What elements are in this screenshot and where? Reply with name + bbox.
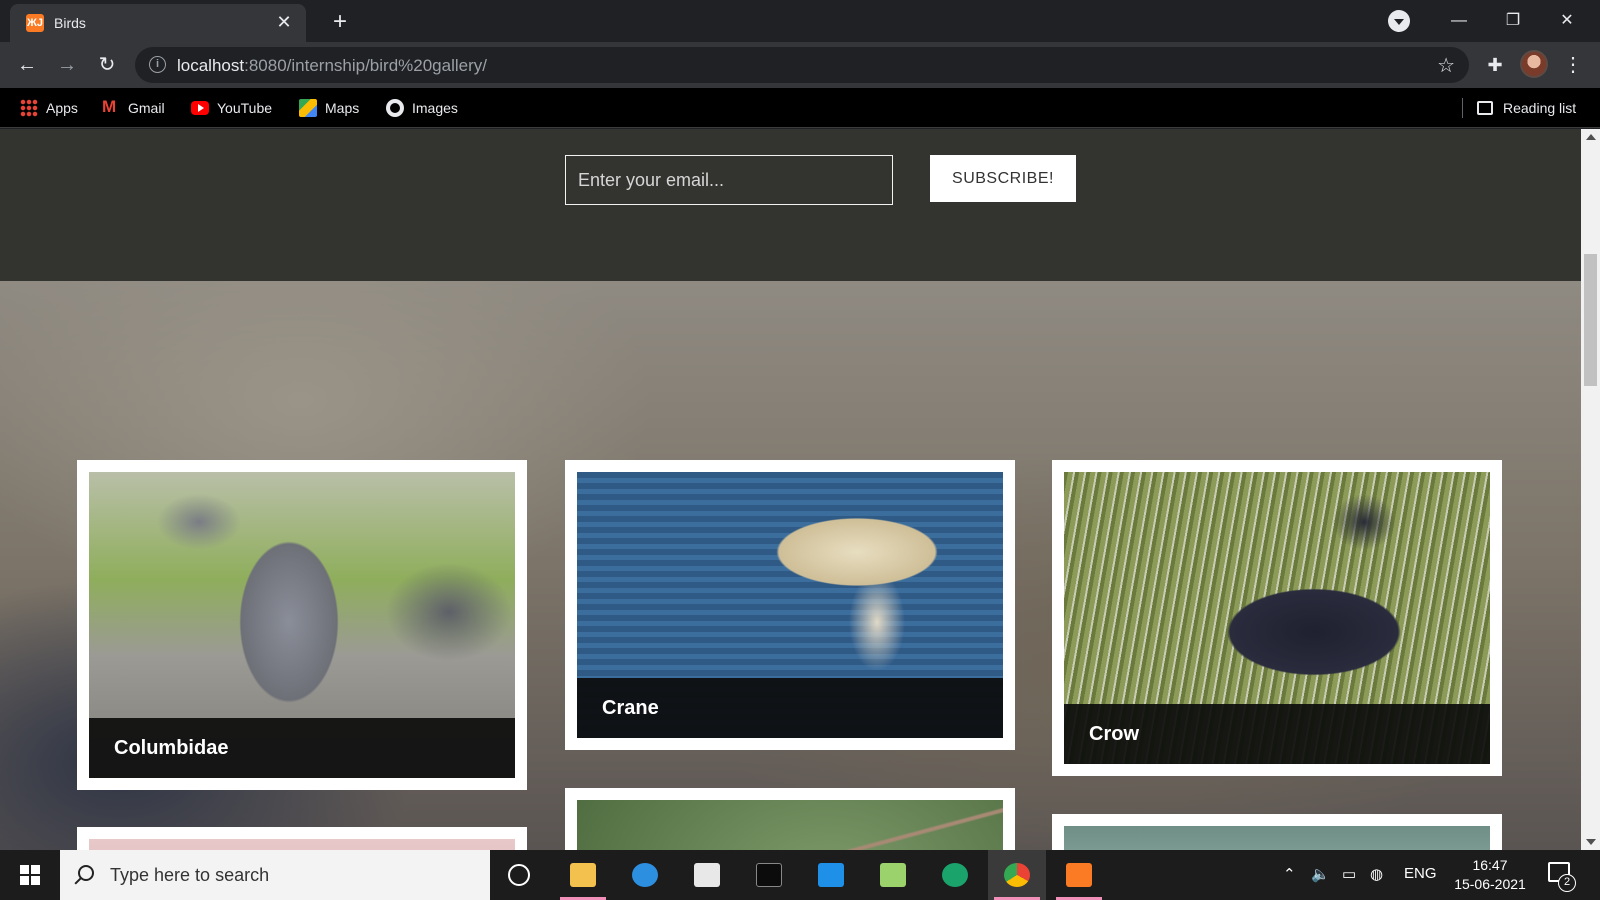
back-arrow-icon[interactable]: ← bbox=[12, 50, 42, 80]
windows-start-icon[interactable] bbox=[8, 850, 58, 900]
url-path: :8080/internship/bird%20gallery/ bbox=[244, 56, 487, 75]
gallery-card-wren[interactable] bbox=[565, 788, 1015, 850]
extensions-puzzle-icon[interactable]: ✚ bbox=[1480, 50, 1510, 80]
tab-title: Birds bbox=[54, 15, 86, 31]
close-tab-icon[interactable]: ✕ bbox=[274, 12, 294, 32]
bookmark-maps[interactable]: Maps bbox=[299, 98, 359, 118]
xampp-taskbar-icon bbox=[1066, 863, 1092, 887]
volume-icon[interactable]: 🔈 bbox=[1311, 865, 1330, 883]
reading-list-icon bbox=[1477, 101, 1493, 115]
crane-photo: Crane bbox=[577, 472, 1003, 738]
taskbar-search-box[interactable]: Type here to search bbox=[60, 850, 490, 900]
bookmark-label: Maps bbox=[325, 100, 360, 116]
tab-search-icon[interactable] bbox=[1388, 10, 1410, 32]
browser-toolbar: ← → ↻ i localhost:8080/internship/bird%2… bbox=[0, 42, 1600, 88]
scroll-up-arrow-icon[interactable] bbox=[1586, 134, 1596, 140]
battery-icon[interactable]: ▭ bbox=[1342, 865, 1356, 883]
terminal-icon bbox=[756, 863, 782, 887]
bookmark-star-icon[interactable]: ☆ bbox=[1437, 53, 1455, 78]
bookmark-youtube[interactable]: YouTube bbox=[191, 98, 272, 118]
internet-explorer-app[interactable] bbox=[616, 850, 674, 900]
address-bar[interactable]: i localhost:8080/internship/bird%20galle… bbox=[135, 47, 1469, 83]
chrome-app[interactable] bbox=[988, 850, 1046, 900]
gallery-card-crane[interactable]: Crane bbox=[565, 460, 1015, 750]
bookmark-label: Gmail bbox=[128, 100, 165, 116]
newsletter-section: SUBSCRIBE! bbox=[0, 129, 1581, 281]
profile-avatar[interactable] bbox=[1520, 50, 1548, 78]
kebab-menu-icon[interactable]: ⋮ bbox=[1560, 50, 1586, 80]
gallery-card-eagle[interactable] bbox=[77, 827, 527, 850]
notepad-icon bbox=[880, 863, 906, 887]
youtube-icon bbox=[191, 101, 209, 115]
clock-date: 15-06-2021 bbox=[1454, 876, 1526, 892]
search-placeholder: Type here to search bbox=[110, 865, 270, 885]
folder-icon bbox=[570, 863, 596, 887]
windows-taskbar: Type here to search ⌃ 🔈 ▭ ◍ ENG 16:47 15… bbox=[0, 850, 1600, 900]
eagle-photo bbox=[89, 839, 515, 850]
xampp-app[interactable] bbox=[1050, 850, 1108, 900]
terminal-app[interactable] bbox=[740, 850, 798, 900]
bookmarks-bar: Apps Gmail YouTube Maps Images Reading l… bbox=[0, 88, 1600, 128]
gallery-card-swan[interactable] bbox=[1052, 814, 1502, 850]
swan-photo bbox=[1064, 826, 1490, 850]
page-scrollbar[interactable] bbox=[1581, 129, 1600, 850]
edge-app[interactable] bbox=[926, 850, 984, 900]
bookmark-label: YouTube bbox=[217, 100, 273, 116]
search-icon bbox=[78, 865, 94, 881]
clock-time: 16:47 bbox=[1472, 857, 1508, 873]
gallery-card-columbidae[interactable]: Columbidae bbox=[77, 460, 527, 790]
reload-icon[interactable]: ↻ bbox=[92, 50, 122, 80]
task-view-icon[interactable] bbox=[508, 864, 530, 886]
bookmark-images[interactable]: Images bbox=[386, 98, 458, 118]
internet-explorer-icon bbox=[632, 863, 658, 887]
chrome-icon bbox=[1004, 863, 1030, 887]
page-viewport: SUBSCRIBE! Columbidae Crane Crow bbox=[0, 129, 1581, 850]
maps-icon bbox=[299, 99, 317, 117]
gallery-card-crow[interactable]: Crow bbox=[1052, 460, 1502, 776]
tab-birds[interactable]: ЖЈ Birds ✕ bbox=[10, 4, 306, 42]
file-explorer-app[interactable] bbox=[554, 850, 612, 900]
gmail-icon bbox=[102, 97, 120, 117]
bookmark-label: Apps bbox=[46, 100, 78, 116]
bookmark-label: Images bbox=[412, 100, 458, 116]
scroll-down-arrow-icon[interactable] bbox=[1586, 839, 1596, 845]
store-bag-icon bbox=[694, 863, 720, 887]
notepad-plus-app[interactable] bbox=[864, 850, 922, 900]
bookmark-gmail[interactable]: Gmail bbox=[102, 97, 165, 118]
wren-photo bbox=[577, 800, 1003, 850]
gallery-section: Columbidae Crane Crow bbox=[0, 281, 1581, 850]
mail-app[interactable] bbox=[802, 850, 860, 900]
show-hidden-icons-chevron-icon[interactable]: ⌃ bbox=[1283, 865, 1296, 883]
tab-strip: ЖЈ Birds ✕ + — ❐ ✕ bbox=[0, 0, 1600, 42]
store-app[interactable] bbox=[678, 850, 736, 900]
card-caption: Crane bbox=[577, 678, 1003, 738]
url-host: localhost bbox=[177, 56, 245, 75]
mail-envelope-icon bbox=[818, 863, 844, 887]
network-globe-icon[interactable]: ◍ bbox=[1370, 865, 1383, 883]
url-text[interactable]: localhost:8080/internship/bird%20gallery… bbox=[177, 56, 487, 76]
restore-icon[interactable]: ❐ bbox=[1490, 6, 1536, 36]
pigeon-photo: Columbidae bbox=[89, 472, 515, 778]
subscribe-button[interactable]: SUBSCRIBE! bbox=[930, 155, 1076, 202]
close-window-icon[interactable]: ✕ bbox=[1544, 6, 1590, 36]
card-caption: Columbidae bbox=[89, 718, 515, 778]
minimize-icon[interactable]: — bbox=[1436, 6, 1482, 36]
new-tab-button[interactable]: + bbox=[326, 8, 354, 36]
site-info-icon[interactable]: i bbox=[149, 56, 166, 73]
language-indicator[interactable]: ENG bbox=[1404, 865, 1437, 882]
edge-icon bbox=[942, 863, 968, 887]
card-caption: Crow bbox=[1064, 704, 1490, 764]
notification-count-badge: 2 bbox=[1558, 874, 1576, 892]
images-icon bbox=[386, 99, 404, 117]
xampp-icon: ЖЈ bbox=[26, 14, 44, 32]
crow-photo: Crow bbox=[1064, 472, 1490, 764]
forward-arrow-icon[interactable]: → bbox=[52, 50, 82, 80]
bookmark-apps[interactable]: Apps bbox=[20, 98, 78, 118]
reading-list-button[interactable]: Reading list bbox=[1462, 98, 1576, 118]
scroll-thumb[interactable] bbox=[1584, 254, 1597, 386]
apps-grid-icon bbox=[20, 99, 38, 117]
email-field[interactable] bbox=[565, 155, 893, 205]
reading-list-label: Reading list bbox=[1503, 100, 1577, 116]
taskbar-clock[interactable]: 16:47 15-06-2021 bbox=[1445, 856, 1535, 894]
